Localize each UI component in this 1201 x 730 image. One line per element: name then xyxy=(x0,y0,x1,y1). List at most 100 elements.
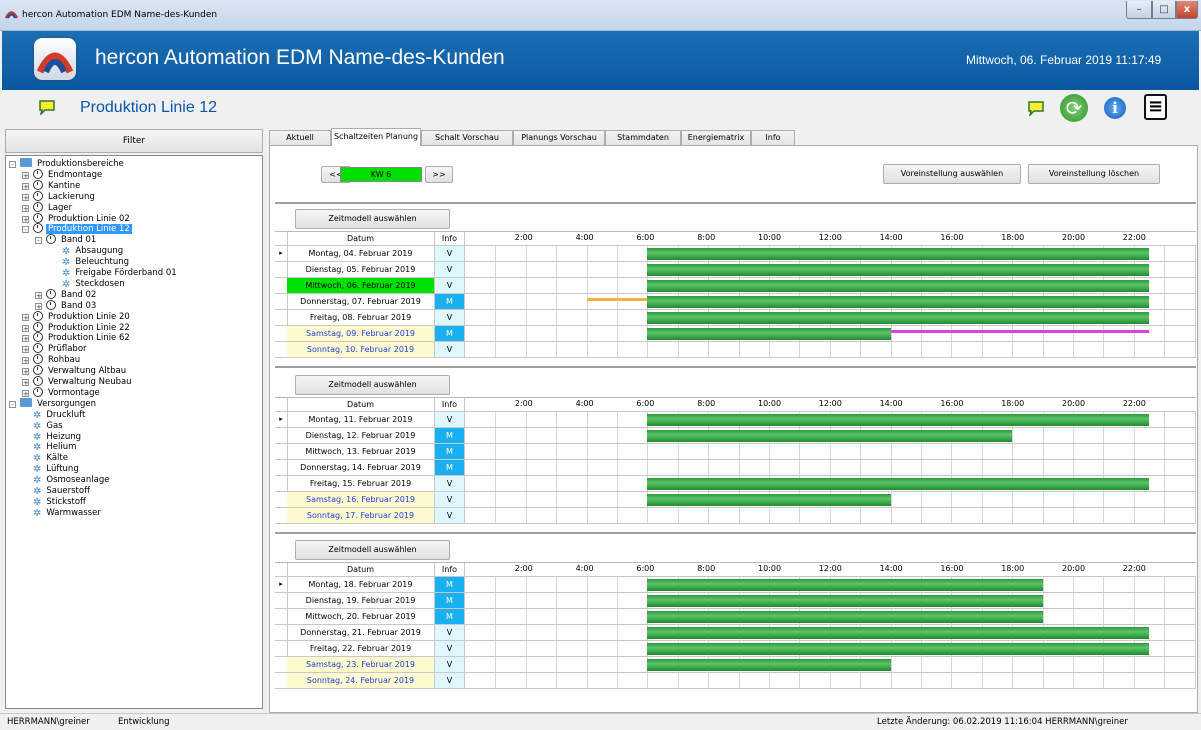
timeline-cell[interactable] xyxy=(465,294,1196,309)
expand-icon[interactable]: + xyxy=(22,215,29,223)
green-schedule-bar[interactable] xyxy=(647,595,1043,607)
timeline-cell[interactable] xyxy=(465,593,1196,608)
select-timemodel-button[interactable]: Zeitmodell auswählen xyxy=(295,209,450,229)
timeline-cell[interactable] xyxy=(465,657,1196,672)
info-cell[interactable]: M xyxy=(435,577,465,592)
date-cell[interactable]: Sonntag, 24. Februar 2019 xyxy=(287,673,435,688)
green-schedule-bar[interactable] xyxy=(647,248,1149,260)
tree-view[interactable]: - Produktionsbereiche + Endmontage + Kantine +… xyxy=(5,155,263,709)
tab-planungs-vorschau[interactable]: Planungs Vorschau xyxy=(513,130,605,145)
timeline-cell[interactable] xyxy=(465,508,1196,523)
tab-stammdaten[interactable]: Stammdaten xyxy=(605,130,681,145)
expand-icon[interactable]: + xyxy=(22,324,29,332)
green-schedule-bar[interactable] xyxy=(647,659,891,671)
collapse-icon[interactable]: - xyxy=(35,237,42,245)
info-cell[interactable]: M xyxy=(435,444,465,459)
timeline-cell[interactable] xyxy=(465,342,1196,357)
timeline-cell[interactable] xyxy=(465,310,1196,325)
green-schedule-bar[interactable] xyxy=(647,643,1149,655)
timeline-cell[interactable] xyxy=(465,609,1196,624)
maximize-button[interactable]: □ xyxy=(1152,1,1176,19)
info-cell[interactable]: V xyxy=(435,278,465,293)
timeline-cell[interactable] xyxy=(465,412,1196,427)
info-cell[interactable]: M xyxy=(435,294,465,309)
magenta-schedule-bar[interactable] xyxy=(890,330,1149,333)
date-cell[interactable]: Sonntag, 17. Februar 2019 xyxy=(287,508,435,523)
date-cell[interactable]: Mittwoch, 13. Februar 2019 xyxy=(287,444,435,459)
date-cell[interactable]: Samstag, 09. Februar 2019 xyxy=(287,326,435,341)
info-cell[interactable]: V xyxy=(435,310,465,325)
green-schedule-bar[interactable] xyxy=(647,430,1013,442)
timeline-cell[interactable] xyxy=(465,326,1196,341)
date-cell[interactable]: Dienstag, 05. Februar 2019 xyxy=(287,262,435,277)
timeline-cell[interactable] xyxy=(465,460,1196,475)
comment-icon[interactable] xyxy=(1027,100,1045,116)
schedule-row[interactable]: Sonntag, 24. Februar 2019 V xyxy=(275,673,1196,689)
collapse-icon[interactable]: - xyxy=(9,161,16,169)
date-cell[interactable]: Mittwoch, 06. Februar 2019 xyxy=(287,278,435,293)
green-schedule-bar[interactable] xyxy=(647,264,1149,276)
next-week-button[interactable]: >> xyxy=(425,166,453,183)
green-schedule-bar[interactable] xyxy=(647,296,1149,308)
timeline-cell[interactable] xyxy=(465,641,1196,656)
schedule-row[interactable]: Mittwoch, 20. Februar 2019 M xyxy=(275,609,1196,625)
date-cell[interactable]: Montag, 04. Februar 2019 xyxy=(287,246,435,261)
date-cell[interactable]: Freitag, 22. Februar 2019 xyxy=(287,641,435,656)
tab-energiematrix[interactable]: Energiematrix xyxy=(681,130,751,145)
expand-icon[interactable]: + xyxy=(22,193,29,201)
tab-info[interactable]: Info xyxy=(751,130,795,145)
date-cell[interactable]: Donnerstag, 07. Februar 2019 xyxy=(287,294,435,309)
expand-icon[interactable]: + xyxy=(35,302,42,310)
schedule-row[interactable]: ▸ Montag, 11. Februar 2019 V xyxy=(275,412,1196,428)
info-cell[interactable]: M xyxy=(435,593,465,608)
date-cell[interactable]: Dienstag, 19. Februar 2019 xyxy=(287,593,435,608)
green-schedule-bar[interactable] xyxy=(647,478,1149,490)
info-cell[interactable]: V xyxy=(435,641,465,656)
schedule-row[interactable]: Sonntag, 10. Februar 2019 V xyxy=(275,342,1196,358)
green-schedule-bar[interactable] xyxy=(647,280,1149,292)
green-schedule-bar[interactable] xyxy=(647,414,1149,426)
minimize-button[interactable]: – xyxy=(1126,1,1152,19)
info-cell[interactable]: V xyxy=(435,412,465,427)
expand-icon[interactable]: + xyxy=(22,313,29,321)
delete-preset-button[interactable]: Voreinstellung löschen xyxy=(1028,164,1160,184)
schedule-row[interactable]: Dienstag, 19. Februar 2019 M xyxy=(275,593,1196,609)
date-cell[interactable]: Mittwoch, 20. Februar 2019 xyxy=(287,609,435,624)
timeline-cell[interactable] xyxy=(465,625,1196,640)
date-cell[interactable]: Donnerstag, 21. Februar 2019 xyxy=(287,625,435,640)
timeline-cell[interactable] xyxy=(465,278,1196,293)
info-cell[interactable]: V xyxy=(435,625,465,640)
date-cell[interactable]: Montag, 11. Februar 2019 xyxy=(287,412,435,427)
info-cell[interactable]: V xyxy=(435,262,465,277)
green-schedule-bar[interactable] xyxy=(647,494,891,506)
schedule-row[interactable]: Samstag, 23. Februar 2019 V xyxy=(275,657,1196,673)
tab-aktuell[interactable]: Aktuell xyxy=(269,130,331,145)
info-cell[interactable]: V xyxy=(435,673,465,688)
info-cell[interactable]: M xyxy=(435,609,465,624)
expand-icon[interactable]: + xyxy=(22,335,29,343)
info-cell[interactable]: M xyxy=(435,460,465,475)
timeline-cell[interactable] xyxy=(465,673,1196,688)
green-schedule-bar[interactable] xyxy=(647,627,1149,639)
timeline-cell[interactable] xyxy=(465,246,1196,261)
date-cell[interactable]: Sonntag, 10. Februar 2019 xyxy=(287,342,435,357)
timeline-cell[interactable] xyxy=(465,262,1196,277)
date-cell[interactable]: Samstag, 16. Februar 2019 xyxy=(287,492,435,507)
schedule-row[interactable]: Donnerstag, 14. Februar 2019 M xyxy=(275,460,1196,476)
refresh-icon[interactable]: ⟳ xyxy=(1060,94,1088,122)
expand-icon[interactable]: + xyxy=(22,171,29,179)
info-cell[interactable]: V xyxy=(435,508,465,523)
schedule-row[interactable]: Mittwoch, 13. Februar 2019 M xyxy=(275,444,1196,460)
date-cell[interactable]: Freitag, 15. Februar 2019 xyxy=(287,476,435,491)
select-timemodel-button[interactable]: Zeitmodell auswählen xyxy=(295,540,450,560)
info-cell[interactable]: V xyxy=(435,342,465,357)
schedule-row[interactable]: Freitag, 15. Februar 2019 V xyxy=(275,476,1196,492)
schedule-row[interactable]: Samstag, 16. Februar 2019 V xyxy=(275,492,1196,508)
expand-icon[interactable]: + xyxy=(22,379,29,387)
timeline-cell[interactable] xyxy=(465,428,1196,443)
comment-icon[interactable] xyxy=(38,99,56,115)
date-cell[interactable]: Freitag, 08. Februar 2019 xyxy=(287,310,435,325)
collapse-icon[interactable]: - xyxy=(22,226,29,234)
info-cell[interactable]: V xyxy=(435,246,465,261)
schedule-row[interactable]: Sonntag, 17. Februar 2019 V xyxy=(275,508,1196,524)
